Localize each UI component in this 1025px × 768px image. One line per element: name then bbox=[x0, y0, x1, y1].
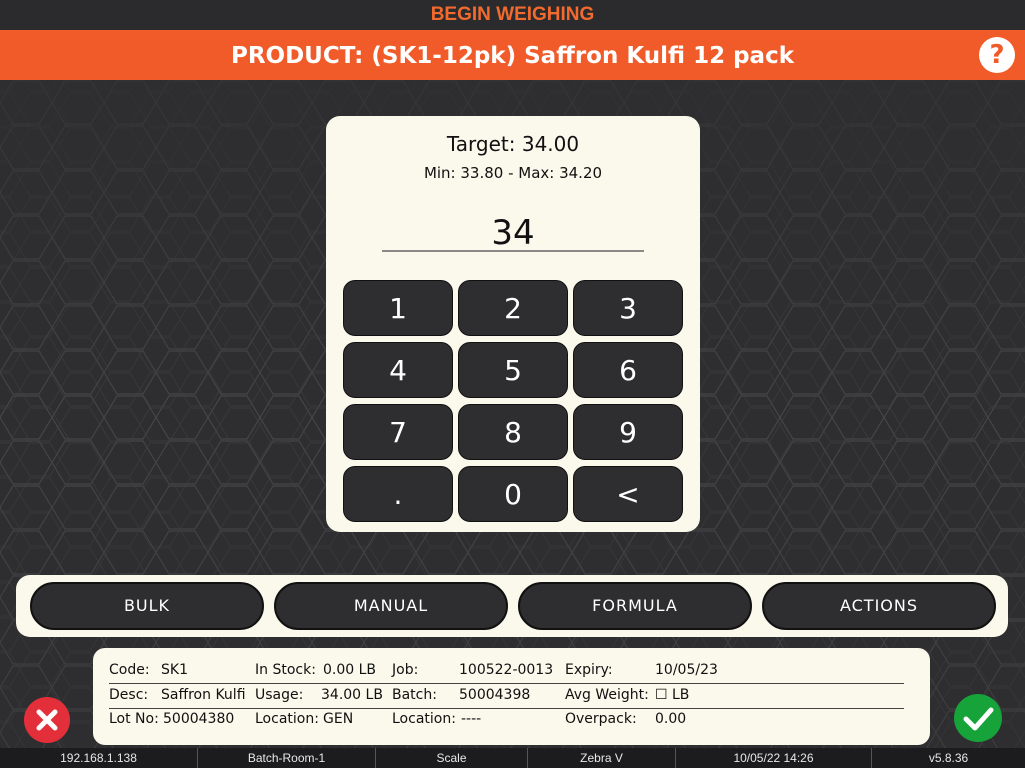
in-stock-value: 0.00 LB bbox=[323, 662, 377, 678]
code-label: Code: bbox=[109, 662, 150, 678]
info-row: Desc: Saffron Kulfi Usage: 34.00 LB Batc… bbox=[109, 685, 904, 709]
check-icon bbox=[963, 707, 994, 731]
status-bar: 192.168.1.138 Batch-Room-1 Scale Zebra V… bbox=[0, 748, 1025, 768]
target-weight: Target: 34.00 bbox=[446, 132, 580, 156]
batch-value: 50004398 bbox=[459, 687, 531, 703]
overpack-label: Overpack: bbox=[565, 711, 637, 727]
key-decimal[interactable]: . bbox=[343, 466, 453, 522]
screen-title: BEGIN WEIGHING bbox=[0, 0, 1025, 30]
key-0[interactable]: 0 bbox=[458, 466, 568, 522]
desc-value: Saffron Kulfi bbox=[161, 687, 246, 703]
info-row: Code: SK1 In Stock: 0.00 LB Job: 100522-… bbox=[109, 660, 904, 684]
info-row: Lot No: 50004380 Location: GEN Location:… bbox=[109, 709, 904, 733]
key-backspace[interactable]: < bbox=[573, 466, 683, 522]
cancel-button[interactable] bbox=[24, 697, 70, 743]
key-5[interactable]: 5 bbox=[458, 342, 568, 398]
key-7[interactable]: 7 bbox=[343, 404, 453, 460]
expiry-label: Expiry: bbox=[565, 662, 613, 678]
close-icon bbox=[36, 709, 58, 731]
actions-button[interactable]: ACTIONS bbox=[762, 582, 996, 630]
usage-value: 34.00 LB bbox=[321, 687, 383, 703]
key-8[interactable]: 8 bbox=[458, 404, 568, 460]
desc-label: Desc: bbox=[109, 687, 149, 703]
help-button[interactable]: ? bbox=[979, 37, 1015, 73]
weight-range: Min: 33.80 - Max: 34.20 bbox=[423, 164, 603, 182]
product-label: PRODUCT: (SK1-12pk) Saffron Kulfi 12 pac… bbox=[230, 43, 795, 69]
expiry-value: 10/05/23 bbox=[655, 662, 718, 678]
status-printer: Zebra V bbox=[528, 748, 676, 768]
lot-label: Lot No: bbox=[109, 711, 159, 727]
key-3[interactable]: 3 bbox=[573, 280, 683, 336]
lot-value: 50004380 bbox=[163, 711, 235, 727]
avg-weight-label: Avg Weight: bbox=[565, 687, 649, 703]
product-header: PRODUCT: (SK1-12pk) Saffron Kulfi 12 pac… bbox=[0, 30, 1025, 80]
status-datetime: 10/05/22 14:26 bbox=[676, 748, 872, 768]
status-version: v5.8.36 bbox=[928, 751, 969, 765]
location-label: Location: bbox=[255, 711, 319, 727]
bulk-button[interactable]: BULK bbox=[30, 582, 264, 630]
question-icon: ? bbox=[989, 40, 1005, 70]
formula-button[interactable]: FORMULA bbox=[518, 582, 752, 630]
code-value: SK1 bbox=[161, 662, 188, 678]
job-value: 100522-0013 bbox=[459, 662, 554, 678]
overpack-value: 0.00 bbox=[655, 711, 687, 727]
manual-button[interactable]: MANUAL bbox=[274, 582, 508, 630]
status-device: Scale bbox=[376, 748, 528, 768]
job-location-label: Location: bbox=[392, 711, 456, 727]
action-button-bar: BULK MANUAL FORMULA ACTIONS bbox=[16, 575, 1008, 637]
status-ip: 192.168.1.138 bbox=[0, 748, 198, 768]
in-stock-label: In Stock: bbox=[255, 662, 316, 678]
job-location-value: ---- bbox=[461, 711, 482, 727]
weight-keypad-card: Target: 34.00 Min: 33.80 - Max: 34.20 34… bbox=[326, 116, 700, 532]
key-2[interactable]: 2 bbox=[458, 280, 568, 336]
status-room: Batch-Room-1 bbox=[198, 748, 376, 768]
avg-weight-value: ☐ LB bbox=[655, 687, 690, 703]
weight-entry-field[interactable]: 34 bbox=[382, 214, 644, 252]
key-4[interactable]: 4 bbox=[343, 342, 453, 398]
location-value: GEN bbox=[323, 711, 354, 727]
key-6[interactable]: 6 bbox=[573, 342, 683, 398]
job-label: Job: bbox=[392, 662, 419, 678]
key-1[interactable]: 1 bbox=[343, 280, 453, 336]
key-9[interactable]: 9 bbox=[573, 404, 683, 460]
product-info-panel: Code: SK1 In Stock: 0.00 LB Job: 100522-… bbox=[93, 648, 930, 745]
confirm-button[interactable] bbox=[954, 694, 1002, 742]
usage-label: Usage: bbox=[255, 687, 304, 703]
batch-label: Batch: bbox=[392, 687, 437, 703]
